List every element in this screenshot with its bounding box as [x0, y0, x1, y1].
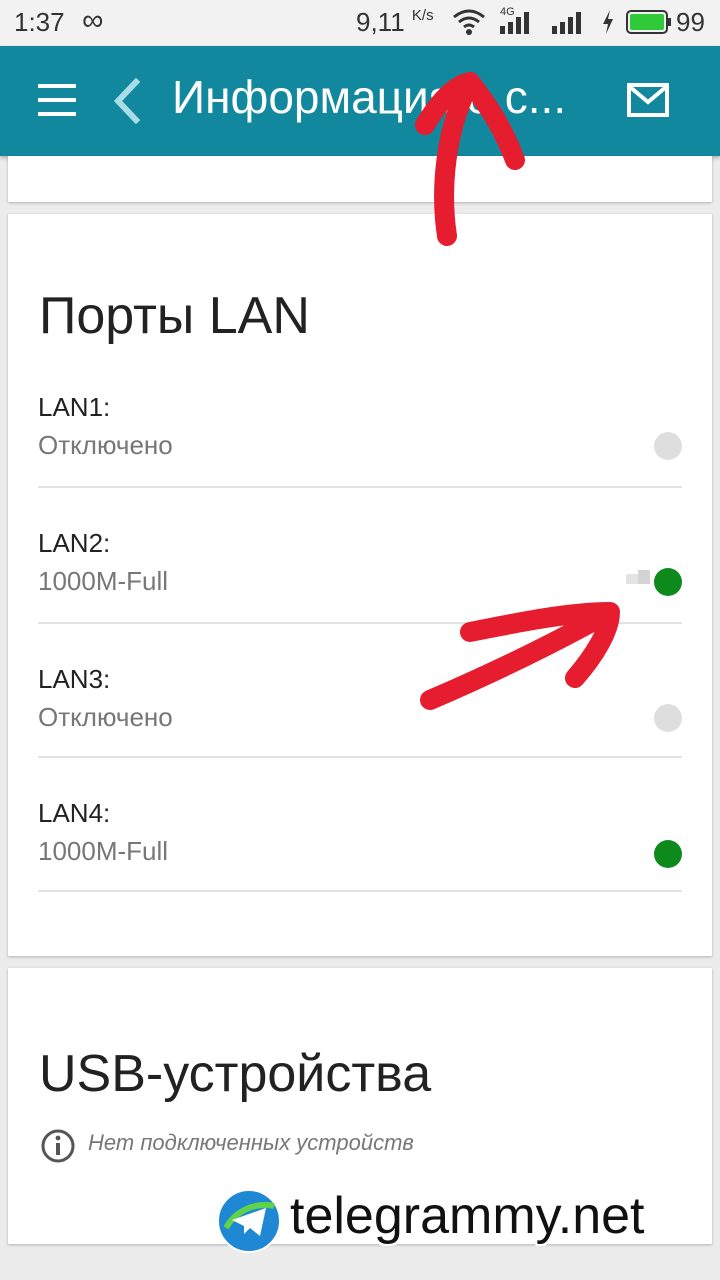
port-name: LAN4:: [38, 798, 111, 828]
lan-port-row: LAN1: Отключено: [38, 350, 682, 488]
info-icon: [41, 1129, 75, 1163]
back-icon: [113, 77, 141, 125]
port-status: Отключено: [38, 430, 173, 460]
menu-icon: [38, 84, 76, 88]
usb-card-title: USB-устройства: [39, 1045, 432, 1103]
network-speed: 9,11 K/s: [356, 7, 434, 38]
previous-card: [8, 156, 712, 202]
computer-icon: [626, 570, 650, 584]
lan-card-title: Порты LAN: [39, 287, 310, 345]
mail-icon: [627, 83, 669, 117]
port-status-indicator: [654, 568, 682, 596]
port-status: Отключено: [38, 702, 173, 732]
telegram-logo: [217, 1189, 281, 1253]
battery-level: 99: [676, 7, 705, 37]
infinity-icon: ∞: [82, 4, 104, 37]
lan-port-row: LAN3: Отключено: [38, 620, 682, 758]
port-name: LAN3:: [38, 664, 111, 694]
lan-ports-card: Порты LAN LAN1: Отключено LAN2: 1000M-Fu…: [8, 214, 712, 956]
lan-port-row: LAN2: 1000M-Full: [38, 486, 682, 624]
signal-icon-2: [552, 12, 581, 34]
port-status-indicator: [654, 704, 682, 732]
battery-icon: [626, 10, 671, 34]
port-status: 1000M-Full: [38, 836, 169, 866]
watermark-text: telegrammy.net: [290, 1187, 645, 1245]
charging-icon: [603, 10, 613, 34]
back-button[interactable]: [108, 76, 144, 131]
page-title: Информация о с...: [172, 71, 567, 123]
status-time: 1:37: [14, 7, 65, 37]
mail-button[interactable]: [626, 82, 670, 123]
usb-empty-message: Нет подключенных устройств: [88, 1130, 414, 1155]
menu-button[interactable]: [38, 84, 76, 118]
port-status-indicator: [654, 432, 682, 460]
status-bar: 1:37 ∞ 9,11 K/s 4G 99: [0, 0, 720, 46]
app-bar: Информация о с...: [0, 46, 720, 156]
network-speed-unit: K/s: [411, 7, 434, 24]
wifi-icon: [453, 9, 485, 35]
signal-icon-1: [500, 12, 529, 34]
port-name: LAN1:: [38, 392, 111, 422]
port-name: LAN2:: [38, 528, 111, 558]
lan-port-row: LAN4: 1000M-Full: [38, 754, 682, 892]
network-speed-value: 9,11: [356, 7, 405, 37]
port-status: 1000M-Full: [38, 566, 169, 596]
port-status-indicator: [654, 840, 682, 868]
